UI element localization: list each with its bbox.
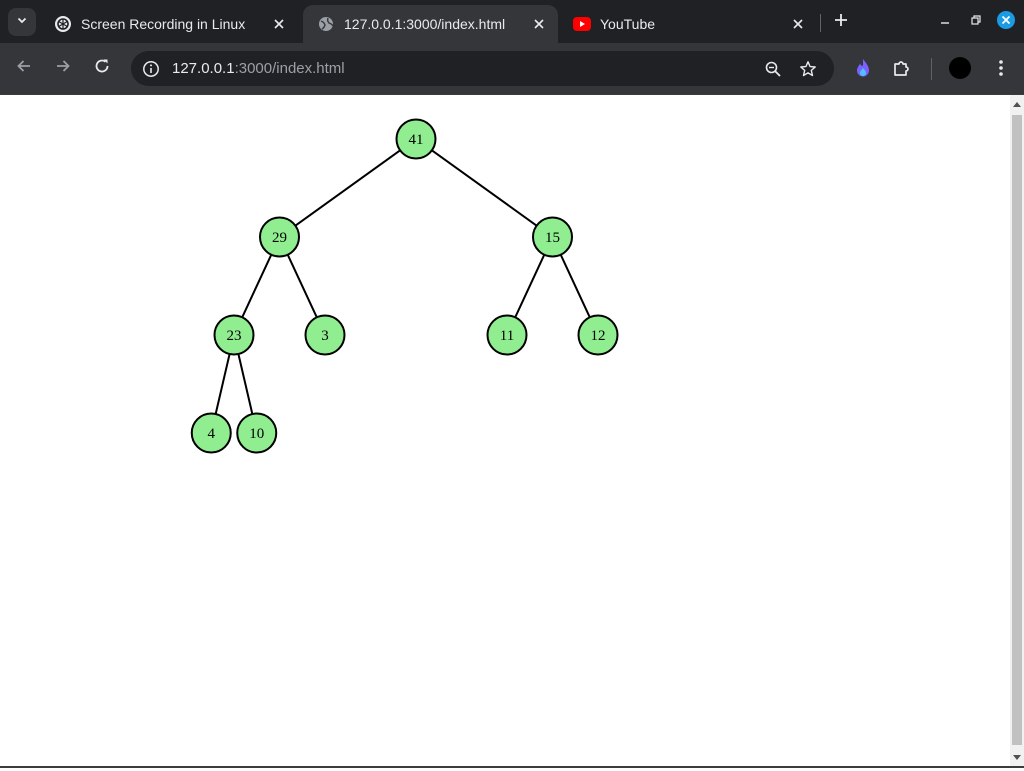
restore-icon xyxy=(970,13,982,31)
tab-title: 127.0.0.1:3000/index.html xyxy=(344,16,506,32)
tree-edge-41-29 xyxy=(294,149,401,227)
back-button[interactable] xyxy=(11,55,37,81)
close-tab-icon[interactable] xyxy=(269,14,289,34)
tab-title: Screen Recording in Linux xyxy=(81,16,246,32)
tree-node-label: 15 xyxy=(545,230,560,246)
arrow-right-icon xyxy=(55,58,71,79)
bookmark-star-icon[interactable] xyxy=(797,58,819,80)
profile-avatar[interactable] xyxy=(948,56,972,80)
tree-edge-23-10 xyxy=(237,353,254,415)
tree-edge-41-15 xyxy=(431,149,538,227)
url-path: :3000/index.html xyxy=(234,60,345,77)
tree-node-41: 41 xyxy=(395,118,437,160)
tree-node-label: 4 xyxy=(208,426,216,442)
tree-node-label: 29 xyxy=(272,230,287,246)
tree-node-label: 3 xyxy=(321,328,329,344)
close-window-button[interactable] xyxy=(996,10,1016,35)
arrow-left-icon xyxy=(16,58,32,79)
tree-edges xyxy=(214,149,591,415)
tree-node-3: 3 xyxy=(304,314,346,356)
close-window-icon xyxy=(996,10,1016,35)
tree-node-label: 41 xyxy=(409,132,424,148)
address-bar[interactable]: 127.0.0.1:3000/index.html xyxy=(131,51,834,86)
reload-button[interactable] xyxy=(89,55,115,81)
plus-icon xyxy=(834,13,848,32)
zoom-icon[interactable] xyxy=(762,58,784,80)
toolbar-divider xyxy=(931,58,932,80)
scroll-down-arrow-icon[interactable] xyxy=(1010,749,1024,766)
tab-title: YouTube xyxy=(600,16,656,32)
forward-button[interactable] xyxy=(50,55,76,81)
chatgpt-icon xyxy=(54,15,72,33)
tree-node-12: 12 xyxy=(577,314,619,356)
chevron-down-icon xyxy=(16,13,28,31)
tree-edge-29-3 xyxy=(286,254,318,318)
url-host: 127.0.0.1 xyxy=(172,60,235,77)
tree-node-label: 10 xyxy=(249,426,264,442)
close-tab-icon[interactable] xyxy=(788,14,808,34)
tree-node-11: 11 xyxy=(486,314,528,356)
vertical-scrollbar[interactable] xyxy=(1010,95,1024,766)
page-viewport: 41 29 15 23 3 11 12 4 10 xyxy=(0,95,1010,766)
info-icon[interactable] xyxy=(141,59,161,79)
tree-node-4: 4 xyxy=(190,412,232,454)
browser-toolbar: 127.0.0.1:3000/index.html xyxy=(0,43,1024,95)
new-tab-button[interactable] xyxy=(829,10,853,34)
scroll-up-arrow-icon[interactable] xyxy=(1010,95,1024,112)
tree-node-29: 29 xyxy=(259,216,300,258)
globe-icon xyxy=(317,15,335,33)
tree-node-label: 11 xyxy=(500,328,514,344)
tab-youtube[interactable]: YouTube xyxy=(559,5,817,43)
puzzle-extensions-icon[interactable] xyxy=(890,56,914,80)
minimize-button[interactable] xyxy=(935,12,955,32)
scroll-thumb[interactable] xyxy=(1012,115,1022,745)
tree-node-23: 23 xyxy=(213,314,255,356)
tree-node-10: 10 xyxy=(236,412,278,454)
more-menu-icon[interactable] xyxy=(989,56,1013,80)
reload-icon xyxy=(94,58,110,79)
restore-button[interactable] xyxy=(966,12,986,32)
tree-edge-15-12 xyxy=(559,254,591,318)
tab-search-button[interactable] xyxy=(8,8,36,36)
tree-node-15: 15 xyxy=(532,216,573,258)
tree-node-label: 12 xyxy=(591,328,606,344)
minimize-icon xyxy=(939,13,951,31)
tab-localhost[interactable]: 127.0.0.1:3000/index.html xyxy=(303,5,558,43)
youtube-icon xyxy=(573,15,591,33)
tree-nodes: 41 29 15 23 3 11 12 4 10 xyxy=(190,118,619,454)
tree-node-label: 23 xyxy=(227,328,242,344)
url-text[interactable]: 127.0.0.1:3000/index.html xyxy=(172,60,345,77)
binary-tree-diagram: 41 29 15 23 3 11 12 4 10 xyxy=(190,118,619,454)
tab-divider xyxy=(820,14,821,32)
tree-edge-15-11 xyxy=(514,254,546,318)
tab-strip: Screen Recording in Linux 127.0.0.1:3000… xyxy=(0,0,1024,43)
tab-screen-recording[interactable]: Screen Recording in Linux xyxy=(40,5,298,43)
extension-flame-icon[interactable] xyxy=(851,56,875,80)
tree-edge-23-4 xyxy=(214,353,231,415)
tree-edge-29-23 xyxy=(241,254,273,318)
close-tab-icon[interactable] xyxy=(529,14,549,34)
